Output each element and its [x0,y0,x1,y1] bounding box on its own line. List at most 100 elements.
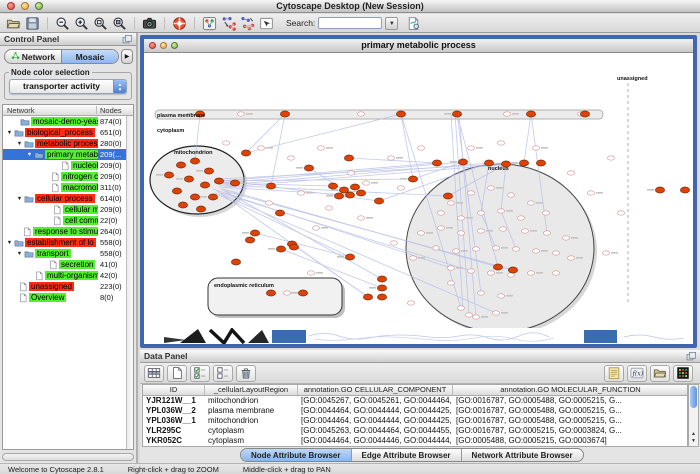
tree-row-nitrogen-compo[interactable]: nitrogen compo209(0) [3,171,133,182]
data-panel-vertical-scrollbar[interactable]: ▲▼ [688,384,699,447]
tree-row-secretion[interactable]: secretion41(0) [3,259,133,270]
scrollbar-arrows[interactable]: ▲▼ [690,431,697,445]
tab-node-attribute-browser[interactable]: Node Attribute Browser [241,449,351,461]
annotation-button[interactable] [257,15,276,32]
delete-attribute-button[interactable] [236,365,256,382]
tree-row-nucleobase[interactable]: nucleobase-209(0) [3,160,133,171]
tree-row-overview[interactable]: Overview8(0) [3,292,133,303]
minimize-button[interactable] [21,2,29,10]
table-cell[interactable]: [GO:0016787, GO:0005488, GO:0005215, G..… [453,446,688,447]
view-zoom-button[interactable] [171,42,178,49]
column-header[interactable]: _cellularLayoutRegion [205,385,298,395]
tree-header[interactable]: Network Nodes [3,105,133,116]
table-row[interactable]: YLR295Ccytoplasm[GO:0045263, GO:0044464,… [143,426,687,436]
expand-triangle-icon[interactable]: ▼ [15,196,24,202]
table-cell[interactable]: [GO:0045267, GO:0045261, GO:0044464, G..… [298,396,453,406]
table-cell[interactable]: YJR121W__1 [143,396,205,406]
snapshot-button[interactable] [140,15,159,32]
tab-overflow-arrow[interactable]: ▶ [121,49,133,64]
tree-row-cellular-process[interactable]: ▼cellular process614(0) [3,193,133,204]
attribute-table-header[interactable]: ID_cellularLayoutRegionannotation.GO CEL… [143,385,687,396]
help-button[interactable] [170,15,189,32]
tree-vertical-scrollbar[interactable] [126,116,133,449]
network-canvas[interactable]: plasma membrane cytoplasm mitochondrion … [144,53,693,328]
table-row[interactable]: YDR039C__1mitochondrion[GO:0044464, GO:0… [143,446,687,447]
table-cell[interactable]: [GO:0016787, GO:0005488, GO:0005215, G..… [453,396,688,406]
tab-network-attribute-browser[interactable]: Network Attribute Browser [461,449,583,461]
window-titlebar[interactable]: Cytoscape Desktop (New Session) [0,0,700,13]
table-cell[interactable]: YDR039C__1 [143,446,205,447]
table-cell[interactable]: YPL036W__1 [143,416,205,426]
notes-button[interactable] [604,365,624,382]
table-cell[interactable]: YPL036W__2 [143,406,205,416]
select-attributes-button[interactable] [190,365,210,382]
float-panel-icon[interactable] [122,34,133,45]
tree-row-macromolecule[interactable]: macromolecule311(0) [3,182,133,193]
new-attribute-button[interactable] [167,365,187,382]
network-view-titlebar[interactable]: primary metabolic process [144,39,693,53]
unselect-attributes-button[interactable] [213,365,233,382]
search-input[interactable] [318,17,382,29]
tab-mosaic[interactable]: Mosaic [61,50,118,63]
table-cell[interactable]: mitochondrion [205,396,298,406]
tree-row-multi-organism-pro[interactable]: multi-organism pro42(0) [3,270,133,281]
attribute-table-button[interactable] [144,365,164,382]
table-cell[interactable]: [GO:0016787, GO:0005488, GO:0005215, G..… [453,406,688,416]
network-tool-a-button[interactable] [219,15,238,32]
table-cell[interactable]: mitochondrion [205,446,298,447]
tree-row-metabolic-process[interactable]: ▼metabolic process280(0) [3,138,133,149]
table-cell[interactable]: [GO:0016787, GO:0005488, GO:0005215, G..… [453,416,688,426]
tab-network[interactable]: Network [5,50,61,63]
tree-row-mosaic-demo-yeast[interactable]: mosaic-demo-yeast874(0) [3,116,133,127]
table-cell[interactable]: cytoplasm [205,436,298,446]
tree-row-biological-process[interactable]: ▼biological_process651(0) [3,127,133,138]
expand-triangle-icon[interactable]: ▼ [5,240,14,246]
zoom-window-button[interactable] [35,2,43,10]
table-row[interactable]: YPL036W__1mitochondrion[GO:0044464, GO:0… [143,416,687,426]
network-graph[interactable]: plasma membrane cytoplasm mitochondrion … [144,53,693,328]
table-cell[interactable]: [GO:0044464, GO:0044444, GO:0044425, G..… [298,416,453,426]
table-row[interactable]: YPL036W__2plasma membrane[GO:0044464, GO… [143,406,687,416]
float-panel-icon[interactable] [686,351,697,362]
tree-row-cell-communicat[interactable]: cell communicat22(0) [3,215,133,226]
matrix-view-button[interactable] [673,365,693,382]
formula-builder-button[interactable]: f(x) [627,365,647,382]
table-cell[interactable]: YLR295C [143,426,205,436]
column-header[interactable]: annotation.GO MOLECULAR_FUNCTION [453,385,688,395]
expand-triangle-icon[interactable]: ▼ [15,141,24,147]
table-cell[interactable]: [GO:0044464, GO:0044446, GO:0044444, G..… [298,436,453,446]
column-header[interactable]: ID [143,385,205,395]
table-cell[interactable]: mitochondrion [205,416,298,426]
import-attributes-button[interactable] [650,365,670,382]
table-cell[interactable]: [GO:0016787, GO:0005215, GO:0003824, G..… [453,426,688,436]
node-color-dropdown[interactable]: transporter activity ▲▼ [9,79,127,94]
table-cell[interactable]: [GO:0045263, GO:0044464, GO:0044455, G..… [298,426,453,436]
table-cell[interactable]: [GO:0044464, GO:0044444, GO:0044425, G..… [298,406,453,416]
zoom-out-button[interactable] [53,15,72,32]
expand-triangle-icon[interactable]: ▼ [25,152,34,158]
table-cell[interactable]: [GO:0044464, GO:0044444, GO:0044425, G..… [298,446,453,447]
vizmapper-button[interactable] [200,15,219,32]
table-cell[interactable]: cytoplasm [205,426,298,436]
search-dropdown-button[interactable]: ▼ [385,17,398,30]
tree-row-transport[interactable]: ▼transport558(0) [3,248,133,259]
tree-row-cellular-metabol[interactable]: cellular metabol209(0) [3,204,133,215]
expand-triangle-icon[interactable]: ▼ [5,130,14,136]
table-row[interactable]: YKR052Ccytoplasm[GO:0044464, GO:0044446,… [143,436,687,446]
view-minimize-button[interactable] [160,42,167,49]
advanced-search-button[interactable] [404,15,423,32]
zoom-fit-button[interactable] [110,15,129,32]
save-session-button[interactable] [23,15,42,32]
close-button[interactable] [7,2,15,10]
table-cell[interactable]: plasma membrane [205,406,298,416]
tab-edge-attribute-browser[interactable]: Edge Attribute Browser [351,449,461,461]
scrollbar-thumb[interactable] [690,386,697,408]
zoom-selected-button[interactable] [91,15,110,32]
table-cell[interactable]: [GO:0005488, GO:0005215, GO:0003674] [453,436,688,446]
tree-row-establishment-of-lo[interactable]: ▼establishment of lo558(0) [3,237,133,248]
tree-row-unassigned[interactable]: unassigned223(0) [3,281,133,292]
view-close-button[interactable] [149,42,156,49]
tree-row-primary-metabol[interactable]: ▼primary metabol209(... [3,149,133,160]
table-row[interactable]: YJR121W__1mitochondrion[GO:0045267, GO:0… [143,396,687,406]
expand-triangle-icon[interactable]: ▼ [15,251,24,257]
